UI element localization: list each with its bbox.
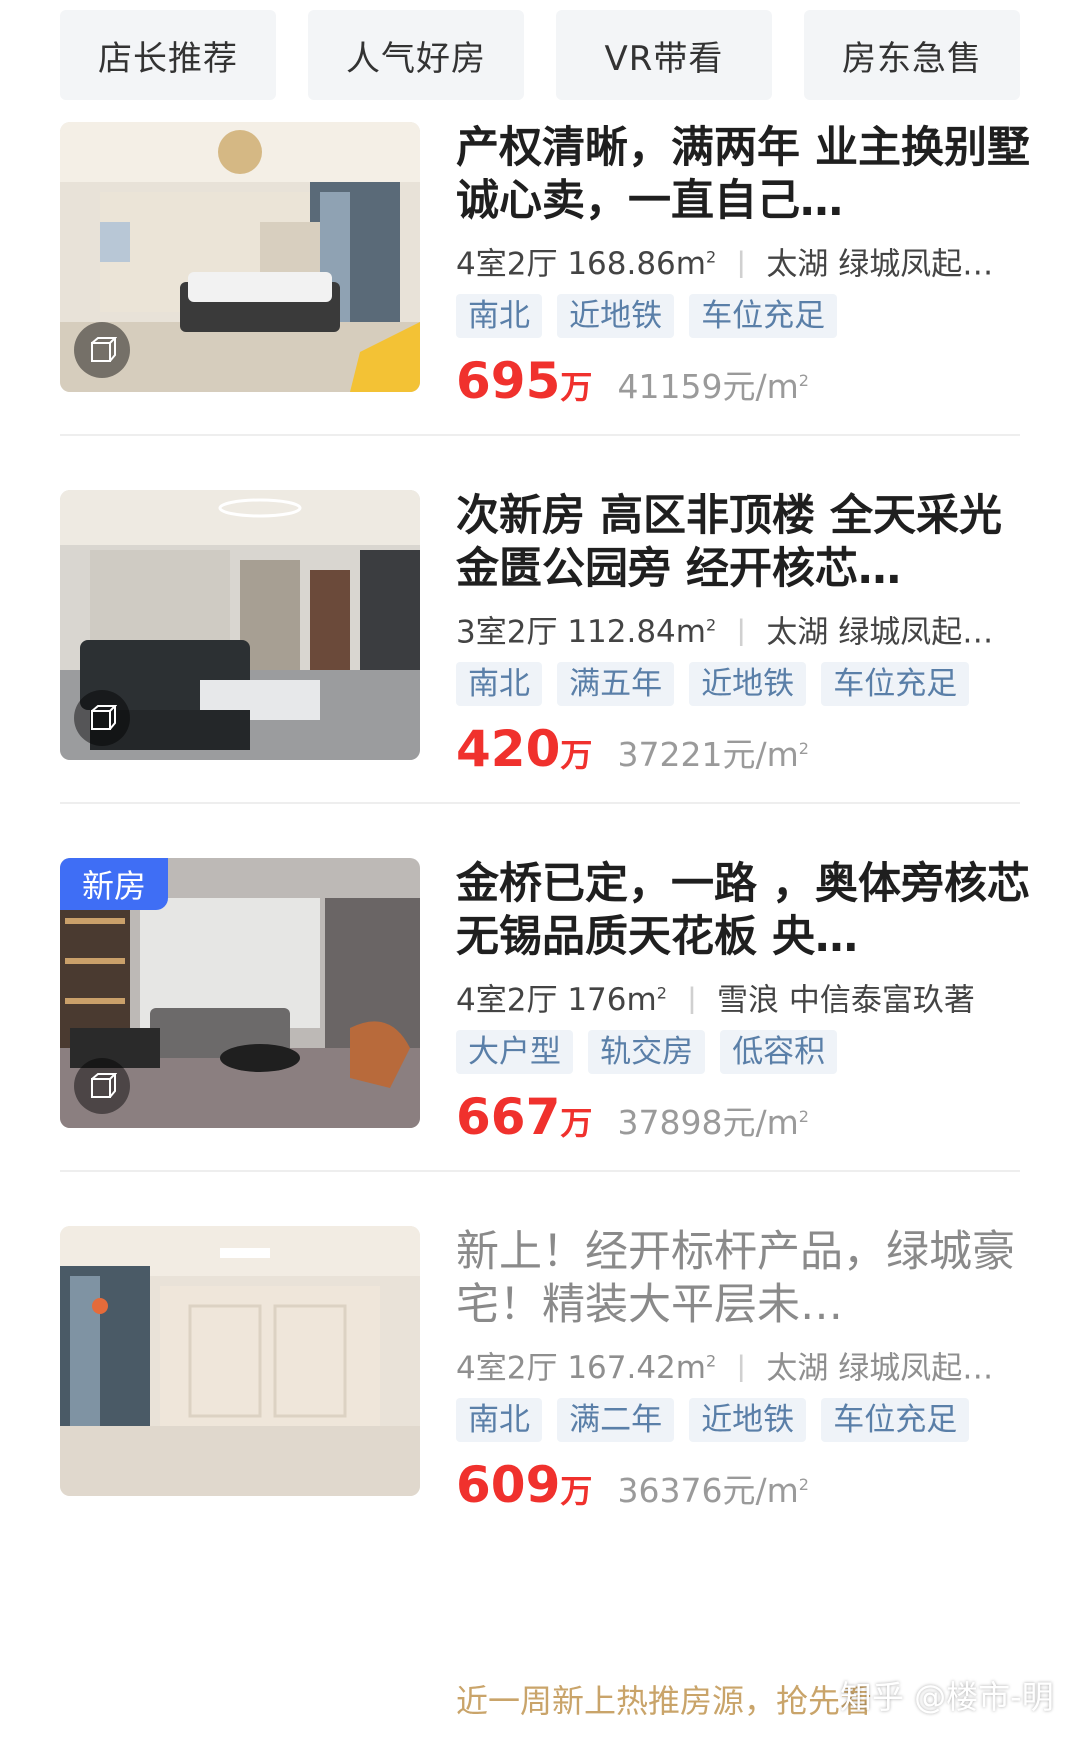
community: 中信泰富玖著 <box>788 982 975 1014</box>
tag: 大户型 <box>456 1030 573 1074</box>
listing-title: 次新房 高区非顶楼 全天采光 金匮公园旁 经开核芯… <box>456 491 1002 594</box>
listing-title: 金桥已定，一路 ，奥体旁核芯 无锡品质天花板 央… <box>456 859 1030 962</box>
listing-info: 产权清晰，满两年 业主换别墅诚心卖，一直自己… 4室2厅 168.86m2 | … <box>456 122 1036 410</box>
tag: 车位充足 <box>821 1398 970 1442</box>
tab-urgent-sale[interactable]: 房东急售 <box>804 10 1020 100</box>
total-price: 609万 <box>456 1456 593 1514</box>
layout: 4室2厅 <box>456 246 558 278</box>
area: 112.84m2 <box>567 614 717 646</box>
separator: | <box>736 1350 747 1382</box>
tag-list: 南北 满二年 近地铁 车位充足 <box>456 1398 1036 1442</box>
listing-info: 新上！经开标杆产品，绿城豪宅！精装大平层未… 4室2厅 167.42m2 | 太… <box>456 1226 1036 1514</box>
listing-photo[interactable] <box>60 1226 420 1496</box>
tag: 车位充足 <box>689 294 838 338</box>
price-row: 609万 36376元/m2 <box>456 1456 1036 1514</box>
listing-card[interactable]: 新房 金桥已定，一路 ，奥体旁核芯 无锡品质天花板 央… 4室2厅 176m2 … <box>60 858 1030 1266</box>
total-price: 695万 <box>456 352 593 410</box>
tag: 南北 <box>456 294 542 338</box>
tag: 低容积 <box>720 1030 838 1074</box>
tab-vr-tour[interactable]: VR带看 <box>556 10 772 100</box>
listing-title: 新上！经开标杆产品，绿城豪宅！精装大平层未… <box>456 1227 1015 1330</box>
community: 绿城凤起… <box>838 246 994 278</box>
listing-info: 金桥已定，一路 ，奥体旁核芯 无锡品质天花板 央… 4室2厅 176m2 | 雪… <box>456 858 1036 1146</box>
district: 太湖 <box>766 1350 829 1382</box>
tag: 近地铁 <box>689 1398 807 1442</box>
tag: 近地铁 <box>557 294 675 338</box>
tab-popular[interactable]: 人气好房 <box>308 10 524 100</box>
room-photo-image <box>60 1226 420 1496</box>
layout: 4室2厅 <box>456 1350 558 1382</box>
listing-meta: 4室2厅 167.42m2 | 太湖 绿城凤起… <box>456 1342 1036 1382</box>
tag: 轨交房 <box>588 1030 706 1074</box>
listing-photo[interactable] <box>60 122 420 392</box>
price-row: 667万 37898元/m2 <box>456 1088 1036 1146</box>
vr-icon <box>74 1058 130 1114</box>
unit-price: 37221元/m2 <box>617 735 809 774</box>
layout: 4室2厅 <box>456 982 558 1014</box>
tag: 近地铁 <box>689 662 807 706</box>
divider <box>60 802 1020 804</box>
price-row: 695万 41159元/m2 <box>456 352 1036 410</box>
tag: 满二年 <box>557 1398 675 1442</box>
total-price: 667万 <box>456 1088 593 1146</box>
listing-card[interactable]: 次新房 高区非顶楼 全天采光 金匮公园旁 经开核芯… 3室2厅 112.84m2… <box>60 490 1020 898</box>
listing-card[interactable]: 新上！经开标杆产品，绿城豪宅！精装大平层未… 4室2厅 167.42m2 | 太… <box>60 1226 1020 1634</box>
watermark: 知乎 @楼市-明 <box>840 1678 1054 1716</box>
unit-price: 37898元/m2 <box>617 1103 809 1142</box>
district: 太湖 <box>766 246 829 278</box>
area: 168.86m2 <box>567 246 717 278</box>
listing-meta: 4室2厅 168.86m2 | 太湖 绿城凤起… <box>456 238 1036 278</box>
tag: 车位充足 <box>821 662 970 706</box>
area: 176m2 <box>567 982 667 1014</box>
listing-photo[interactable]: 新房 <box>60 858 420 1128</box>
separator: | <box>686 982 698 1014</box>
listing-card[interactable]: 产权清晰，满两年 业主换别墅诚心卖，一直自己… 4室2厅 168.86m2 | … <box>60 122 1030 530</box>
tag-list: 南北 满五年 近地铁 车位充足 <box>456 662 1036 706</box>
listing-meta: 4室2厅 176m2 | 雪浪 中信泰富玖著 <box>456 974 1036 1014</box>
district: 雪浪 <box>717 982 780 1014</box>
community: 绿城凤起… <box>838 614 994 646</box>
divider <box>60 434 1020 436</box>
price-row: 420万 37221元/m2 <box>456 720 1036 778</box>
divider <box>60 1170 1020 1172</box>
promo-banner-text[interactable]: 近一周新上热推房源，抢先看 <box>456 1676 872 1722</box>
separator: | <box>736 614 747 646</box>
vr-icon <box>74 322 130 378</box>
unit-price: 36376元/m2 <box>617 1471 809 1510</box>
listing-meta: 3室2厅 112.84m2 | 太湖 绿城凤起… <box>456 606 1036 646</box>
separator: | <box>736 246 747 278</box>
tag: 南北 <box>456 1398 542 1442</box>
tag-list: 大户型 轨交房 低容积 <box>456 1030 1036 1074</box>
new-listing-badge: 新房 <box>60 858 168 910</box>
district: 太湖 <box>766 614 829 646</box>
filter-tabs: 店长推荐 人气好房 VR带看 房东急售 <box>60 10 1020 100</box>
unit-price: 41159元/m2 <box>617 367 809 406</box>
tag: 满五年 <box>557 662 675 706</box>
vr-icon <box>74 690 130 746</box>
tab-store-recommend[interactable]: 店长推荐 <box>60 10 276 100</box>
community: 绿城凤起… <box>838 1350 994 1382</box>
listing-title: 产权清晰，满两年 业主换别墅诚心卖，一直自己… <box>456 123 1030 226</box>
tag: 南北 <box>456 662 542 706</box>
tag-list: 南北 近地铁 车位充足 <box>456 294 1036 338</box>
total-price: 420万 <box>456 720 593 778</box>
area: 167.42m2 <box>567 1350 717 1382</box>
layout: 3室2厅 <box>456 614 558 646</box>
listing-info: 次新房 高区非顶楼 全天采光 金匮公园旁 经开核芯… 3室2厅 112.84m2… <box>456 490 1036 778</box>
listing-photo[interactable] <box>60 490 420 760</box>
